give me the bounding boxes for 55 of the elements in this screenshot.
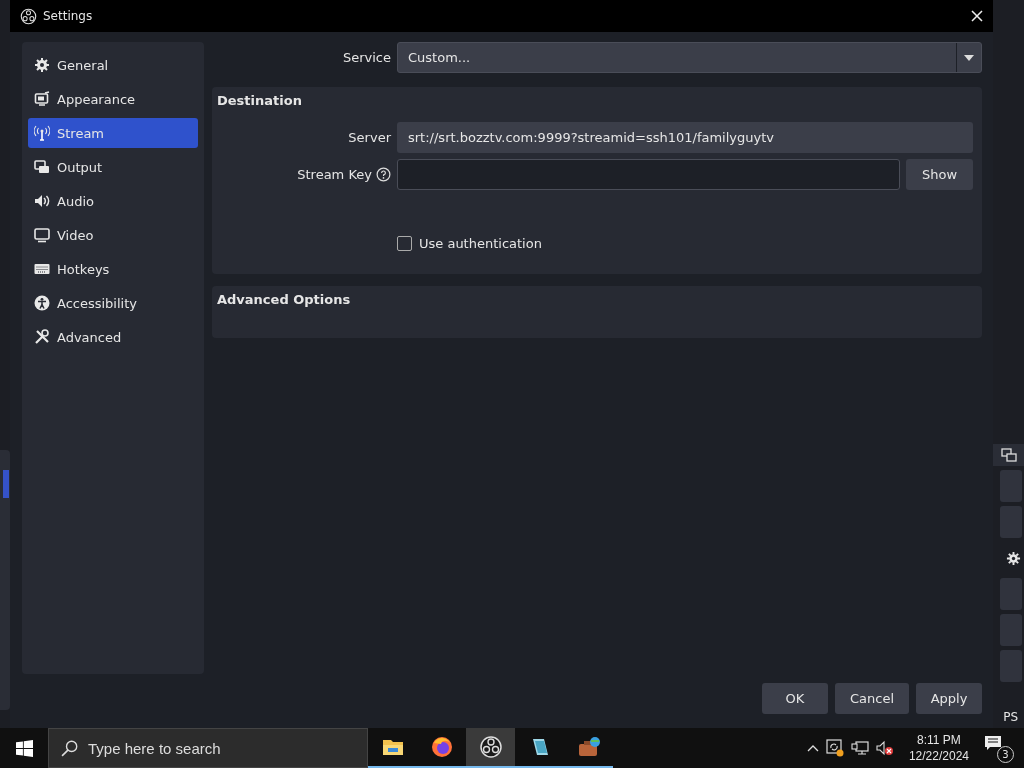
message-icon	[984, 735, 1002, 751]
notification-count: 3	[997, 746, 1014, 763]
clock-time: 8:11 PM	[917, 732, 961, 748]
sidebar-item[interactable]: Video	[28, 220, 198, 250]
use-authentication-checkbox[interactable]: Use authentication	[397, 236, 542, 251]
window-title: Settings	[43, 9, 93, 23]
server-field[interactable]: srt://srt.bozztv.com:9999?streamid=ssh101/familyguytv	[397, 122, 973, 153]
muted-speaker-icon[interactable]	[875, 740, 894, 756]
sidebar-item[interactable]: Appearance	[28, 84, 198, 114]
dialog-button[interactable]: Apply	[916, 683, 982, 714]
gear-icon[interactable]	[1005, 550, 1021, 566]
sidebar-item[interactable]: Accessibility	[28, 288, 198, 318]
stream-key-field[interactable]	[397, 159, 900, 190]
dropdown-arrow-icon	[964, 54, 974, 61]
dialog-button[interactable]: Cancel	[835, 683, 909, 714]
tools-icon	[34, 329, 50, 345]
sidebar-item[interactable]: Output	[28, 152, 198, 182]
chevron-up-icon[interactable]	[806, 744, 819, 752]
search-icon	[61, 739, 78, 757]
sidebar-item[interactable]: Hotkeys	[28, 254, 198, 284]
sidebar-item[interactable]: Audio	[28, 186, 198, 216]
close-icon[interactable]	[971, 10, 983, 22]
app-logo-icon	[478, 735, 503, 759]
scrollbar-thumb	[3, 470, 9, 498]
screens-icon	[34, 159, 50, 175]
monitor-icon	[34, 227, 50, 243]
status-text: PS	[1003, 710, 1018, 724]
network-icon[interactable]	[850, 740, 869, 756]
dialog-button[interactable]: OK	[762, 683, 828, 714]
monitor-brush-icon	[34, 91, 50, 107]
briefcase-icon	[576, 735, 601, 759]
clock-date: 12/22/2024	[908, 748, 969, 764]
section-title: Advanced Options	[217, 292, 352, 307]
antenna-icon	[34, 125, 50, 141]
keyboard-icon	[34, 261, 50, 277]
field-label: Service	[341, 50, 391, 65]
field-label: Server	[347, 130, 391, 145]
section-title: Destination	[217, 93, 303, 108]
browser-icon	[429, 735, 454, 759]
sidebar-item[interactable]: Stream	[28, 118, 198, 148]
taskbar-search-field[interactable]: Type here to search	[48, 728, 368, 768]
app-logo-icon	[20, 7, 37, 25]
sync-icon[interactable]	[825, 739, 844, 757]
field-label: Stream Key	[297, 167, 372, 182]
speaker-icon	[34, 193, 50, 209]
sidebar-item[interactable]: Advanced	[28, 322, 198, 352]
help-icon	[376, 167, 391, 182]
person-icon	[34, 295, 50, 311]
show-button[interactable]: Show	[906, 159, 973, 190]
gear-icon	[34, 57, 50, 73]
windows-icon[interactable]	[1000, 448, 1017, 462]
service-dropdown[interactable]: Custom...	[397, 42, 982, 73]
sidebar-item[interactable]: General	[28, 50, 198, 80]
windows-logo-icon[interactable]	[15, 739, 33, 757]
taskbar-app[interactable]	[466, 728, 515, 768]
